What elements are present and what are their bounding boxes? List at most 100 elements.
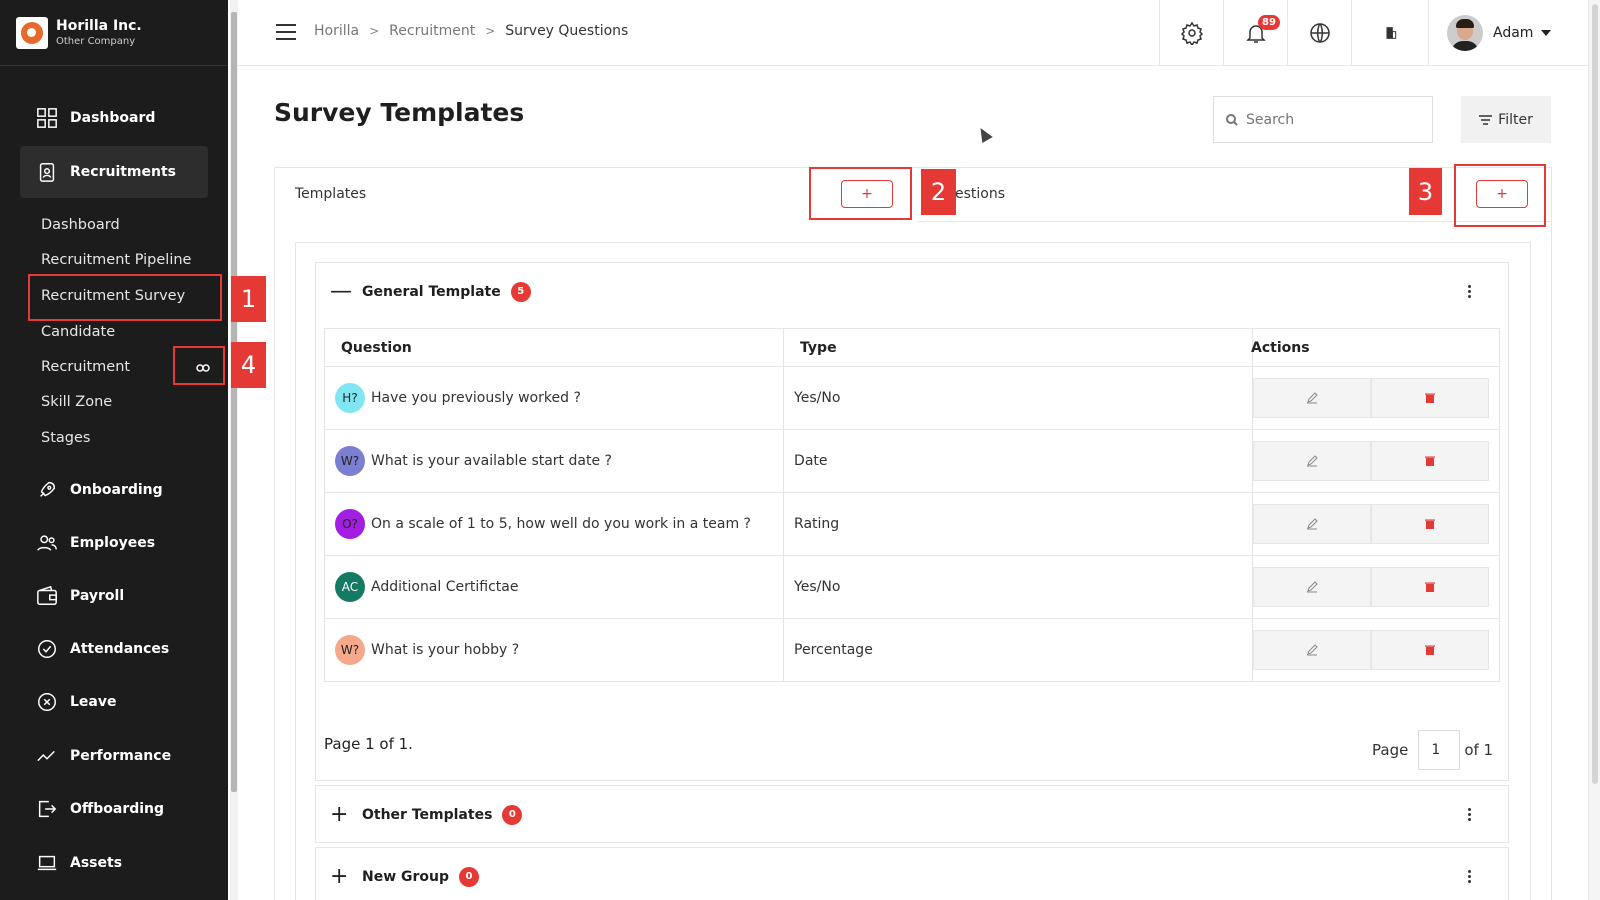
subitem-candidate[interactable]: Candidate [41,324,115,340]
sidebar-item-leave[interactable]: Leave [20,676,208,728]
delete-button[interactable] [1371,504,1489,544]
users-icon [36,532,58,554]
company-brand[interactable]: Horilla Inc. Other Company [0,0,228,66]
trash-icon [1425,582,1435,592]
sidebar-item-label: Assets [70,855,123,871]
filter-button[interactable]: Filter [1461,96,1551,143]
sidebar-item-label: Attendances [70,641,170,657]
settings-button[interactable] [1159,0,1223,66]
laptop-icon [36,852,58,874]
kebab-menu-icon[interactable] [1468,285,1472,300]
collapse-icon[interactable]: — [330,279,352,304]
sidebar-item-attendances[interactable]: Attendances [20,623,208,675]
page-title: Survey Templates [274,98,525,127]
group-header[interactable]: + New Group 0 [316,848,1508,900]
sidebar: Horilla Inc. Other Company Dashboard Rec… [0,0,228,900]
sidebar-item-onboarding[interactable]: Onboarding [20,464,208,516]
sidebar-item-label: Leave [70,694,117,710]
group-header[interactable]: — General Template 5 [316,263,1508,320]
question-text: Additional Certifictae [371,579,519,595]
sidebar-item-label: Onboarding [70,482,163,498]
edit-icon [1307,392,1318,404]
table-row: W? What is your available start date ? Da… [323,429,1500,493]
clipboard-user-icon [36,161,58,183]
delete-button[interactable] [1371,378,1489,418]
filter-icon [1479,114,1493,125]
page-total: of 1 [1464,741,1494,759]
trash-icon [1425,519,1435,529]
column-header-actions: Actions [1251,328,1500,367]
language-button[interactable] [1287,0,1351,66]
sidebar-item-payroll[interactable]: Payroll [20,570,208,622]
subitem-stages[interactable]: Stages [41,430,90,446]
subitem-skill-zone[interactable]: Skill Zone [41,394,112,410]
page-scrollbar[interactable] [1588,0,1600,900]
edit-icon [1307,644,1318,656]
edit-button[interactable] [1253,504,1371,544]
group-header[interactable]: + Other Templates 0 [316,786,1508,843]
breadcrumb-survey-questions: Survey Questions [505,23,629,39]
user-menu[interactable]: Adam [1428,0,1588,66]
group-name: Other Templates [362,806,493,823]
sidebar-item-label: Dashboard [70,110,156,126]
expand-icon[interactable]: + [330,864,348,889]
sidebar-item-performance[interactable]: Performance [20,730,208,782]
sidebar-item-label: Payroll [70,588,125,604]
breadcrumb-horilla[interactable]: Horilla [314,23,359,39]
company-switch-button[interactable] [1351,0,1429,66]
topbar: Horilla > Recruitment > Survey Questions… [238,0,1588,66]
question-type: Yes/No [783,366,1253,430]
search-field[interactable] [1213,96,1433,143]
notifications-button[interactable]: 89 [1223,0,1287,66]
subitem-recruitment[interactable]: Recruitment [41,359,130,375]
sidebar-item-dashboard[interactable]: Dashboard [20,92,208,144]
edit-button[interactable] [1253,378,1371,418]
edit-button[interactable] [1253,630,1371,670]
sidebar-scrollbar[interactable] [230,0,238,900]
question-text: What is your hobby ? [371,642,520,658]
company-name: Horilla Inc. [56,18,142,34]
globe-icon [1309,23,1330,43]
sidebar-item-label: Performance [70,748,172,764]
subitem-recruitment-pipeline[interactable]: Recruitment Pipeline [41,252,191,268]
question-avatar: W? [335,635,365,665]
edit-button[interactable] [1253,567,1371,607]
sidebar-item-offboarding[interactable]: Offboarding [20,783,208,835]
question-type: Yes/No [783,555,1253,619]
annotation-box-2 [809,167,912,220]
kebab-menu-icon[interactable] [1468,808,1472,823]
table-row: W? What is your hobby ? Percentage [323,618,1500,682]
annotation-label-1: 1 [231,276,266,322]
breadcrumb-recruitment[interactable]: Recruitment [389,23,475,39]
page-number-input[interactable] [1418,730,1461,770]
table-row: AC Additional Certifictae Yes/No [323,555,1500,619]
question-text: Have you previously worked ? [371,390,581,406]
sidebar-item-employees[interactable]: Employees [20,517,208,569]
question-avatar: O? [335,509,365,539]
templates-tab[interactable]: Templates [295,186,366,202]
question-text: On a scale of 1 to 5, how well do you wo… [371,516,751,532]
search-icon [1226,113,1238,126]
edit-icon [1307,581,1318,593]
kebab-menu-icon[interactable] [1468,870,1472,885]
x-circle-icon [36,691,58,713]
delete-button[interactable] [1371,630,1489,670]
menu-icon[interactable] [276,24,296,40]
group-name: New Group [362,868,450,885]
question-type: Rating [783,492,1253,556]
user-name: Adam [1493,25,1534,41]
questions-tab[interactable]: estions [955,186,1005,202]
question-avatar: AC [335,572,365,602]
delete-button[interactable] [1371,441,1489,481]
subitem-dashboard[interactable]: Dashboard [41,217,120,233]
edit-button[interactable] [1253,441,1371,481]
sidebar-item-recruitments[interactable]: Recruitments [20,146,208,198]
chevron-right-icon: > [485,24,496,38]
annotation-label-4: 4 [231,342,266,388]
delete-button[interactable] [1371,567,1489,607]
dashboard-icon [36,107,58,129]
expand-icon[interactable]: + [330,802,348,827]
search-input[interactable] [1246,111,1416,128]
check-circle-icon [36,638,58,660]
sidebar-item-assets[interactable]: Assets [20,837,208,889]
